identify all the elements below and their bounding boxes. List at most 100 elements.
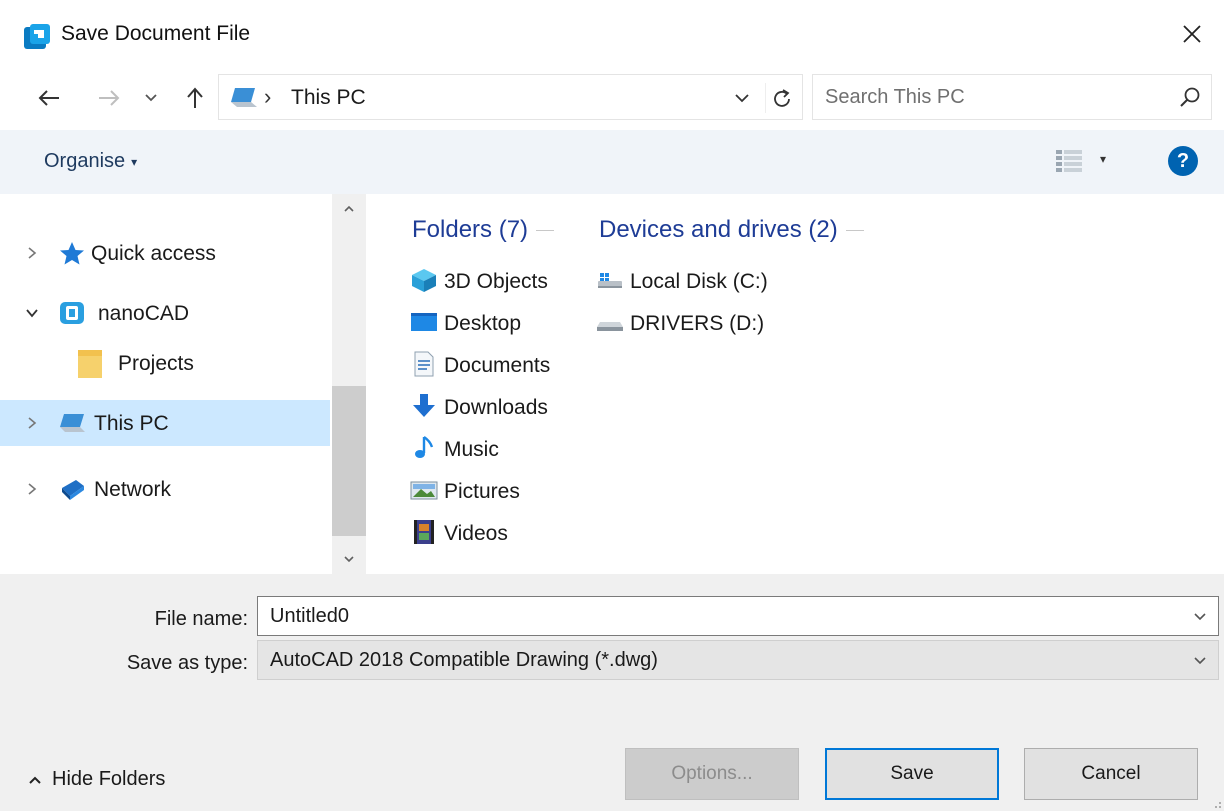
sidebar-item-nanocad[interactable]: nanoCAD [0,290,330,336]
drive-label: Local Disk (C:) [630,270,768,293]
nanocad-icon [60,302,84,324]
view-options-caret[interactable]: ▾ [1100,152,1106,166]
forward-button[interactable] [92,82,126,114]
local-disk-icon [598,273,622,288]
save-type-select[interactable]: AutoCAD 2018 Compatible Drawing (*.dwg) [257,640,1219,680]
sidebar-item-network[interactable]: Network [0,466,330,512]
sidebar-item-label: nanoCAD [98,302,190,325]
address-bar[interactable]: › This PC [218,74,803,120]
search-box[interactable] [812,74,1212,120]
save-type-dropdown-button[interactable] [1190,651,1210,671]
up-button[interactable] [178,82,212,114]
documents-icon [414,351,434,377]
folder-label: Documents [444,354,551,377]
folder-icon [78,350,102,378]
close-button[interactable] [1170,14,1214,54]
file-name-value[interactable]: Untitled0 [270,605,349,628]
desktop-icon [411,313,437,331]
chevron-down-icon [735,94,749,103]
file-name-field[interactable]: Untitled0 [257,596,1219,636]
command-toolbar: Organise ▾ ▾ ? [0,130,1224,194]
content-area: Folders (7) Devices and drives (2) 3D Ob… [366,194,1224,574]
save-options-panel: File name: Untitled0 Save as type: AutoC… [0,574,1224,811]
computer-icon [60,414,85,432]
collapse-arrow-icon[interactable] [22,303,42,323]
folder-label: Music [444,438,499,461]
refresh-button[interactable] [765,83,797,113]
caret-down-icon: ▾ [131,154,138,169]
pictures-icon [410,481,438,500]
sidebar-item-this-pc[interactable]: This PC [0,400,330,446]
file-name-dropdown-button[interactable] [1190,607,1210,627]
drive-icon [597,322,623,331]
save-button[interactable]: Save [825,748,999,800]
folder-label: Downloads [444,396,548,419]
details-view-icon[interactable] [1054,148,1084,174]
organise-button[interactable]: Organise ▾ [44,150,137,173]
folders-group-header[interactable]: Folders (7) [412,216,555,244]
folder-label: Videos [444,522,508,545]
navigation-pane: Quick access nanoCAD Projects This PC Ne… [0,194,332,574]
window-title: Save Document File [61,22,251,45]
resize-grip-icon[interactable] [1210,797,1222,809]
navigation-scrollbar[interactable] [332,194,366,574]
sidebar-item-label: Network [94,478,172,501]
cancel-button[interactable]: Cancel [1024,748,1198,800]
chevron-down-icon [145,94,157,102]
chevron-down-icon [1194,657,1206,665]
save-type-label: Save as type: [126,652,248,674]
network-icon [62,480,84,500]
recent-locations-button[interactable] [136,82,166,114]
scrollbar-thumb[interactable] [332,386,366,536]
videos-icon [414,520,434,544]
chevron-down-icon [1194,613,1206,621]
drives-heading: Devices and drives (2) [599,216,838,243]
arrow-right-icon [99,90,120,106]
sidebar-item-label: This PC [94,412,169,435]
scroll-up-button[interactable] [332,194,366,224]
options-button[interactable]: Options... [625,748,799,800]
search-input[interactable] [825,83,1155,111]
arrow-left-icon [38,90,59,106]
folder-label: 3D Objects [444,270,548,293]
chevron-up-icon [344,205,354,212]
arrow-up-icon [187,87,203,108]
drives-group-header[interactable]: Devices and drives (2) [599,216,864,244]
chevron-down-icon [344,556,354,563]
group-divider [536,230,555,232]
sidebar-item-quick-access[interactable]: Quick access [0,230,330,276]
star-icon [60,242,84,265]
computer-icon [231,88,257,107]
music-icon [415,436,434,458]
chevron-up-icon [29,776,41,784]
search-icon[interactable] [1177,85,1203,111]
sidebar-item-label: Quick access [91,242,216,265]
file-name-label: File name: [154,608,248,630]
folder-label: Desktop [444,312,522,335]
sidebar-item-label: Projects [118,352,194,375]
group-divider [845,230,864,232]
drive-label: DRIVERS (D:) [630,312,765,335]
hide-folders-button[interactable]: Hide Folders [28,768,165,791]
organise-label: Organise [44,150,126,172]
expand-arrow-icon[interactable] [22,243,42,263]
title-bar: Save Document File [0,0,1224,70]
sidebar-item-projects[interactable]: Projects [0,340,330,386]
hide-folders-label: Hide Folders [52,768,166,790]
breadcrumb-separator: › [264,84,272,109]
folders-heading: Folders (7) [412,216,529,243]
scroll-down-button[interactable] [332,544,366,574]
save-type-value: AutoCAD 2018 Compatible Drawing (*.dwg) [270,649,658,671]
breadcrumb-this-pc[interactable]: This PC [291,86,366,110]
refresh-icon [773,89,790,107]
3d-objects-icon [412,269,436,292]
expand-arrow-icon[interactable] [22,413,42,433]
app-icon [24,24,50,49]
folder-label: Pictures [444,480,520,503]
help-icon[interactable]: ? [1168,146,1198,176]
address-dropdown-button[interactable] [727,85,757,111]
expand-arrow-icon[interactable] [22,479,42,499]
close-icon [1183,25,1201,43]
back-button[interactable] [32,82,66,114]
downloads-icon [413,394,435,417]
